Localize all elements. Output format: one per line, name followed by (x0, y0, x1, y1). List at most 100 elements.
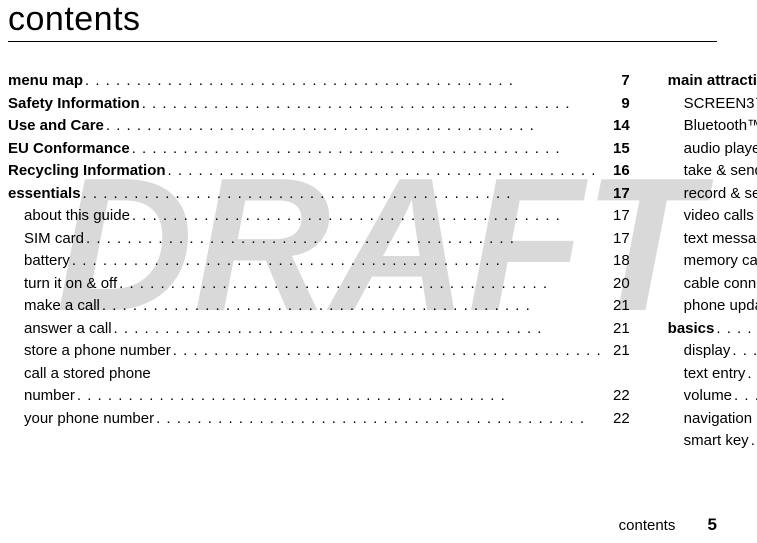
toc-dots: . . . . . . . . . . . . . . . . . . . . … (75, 385, 604, 408)
toc-label: main attractions (668, 70, 757, 93)
toc-section-entry: Use and Care. . . . . . . . . . . . . . … (8, 115, 630, 138)
toc-entry: your phone number. . . . . . . . . . . .… (8, 408, 630, 431)
toc-dots: . . . . . . . . . . . . . . . . . . . . … (154, 408, 604, 431)
toc-dots: . . . . . . . . . . . . . . . . . . . . … (112, 318, 604, 341)
toc-entry: display. . . . . . . . . . . . . . . . .… (668, 340, 757, 363)
toc-label: video calls (684, 205, 754, 228)
toc-section-entry: menu map. . . . . . . . . . . . . . . . … (8, 70, 630, 93)
toc-label: make a call (24, 295, 100, 318)
toc-label: take & send a photo (684, 160, 757, 183)
toc-page: 22 (604, 408, 630, 431)
toc-label: answer a call (24, 318, 112, 341)
toc-entry: memory card. . . . . . . . . . . . . . .… (668, 250, 757, 273)
toc-label: Recycling Information (8, 160, 166, 183)
toc-page: 21 (604, 318, 630, 341)
toc-entry: battery. . . . . . . . . . . . . . . . .… (8, 250, 630, 273)
toc-dots: . . . . . . . . . . . . . . . . . . . . … (70, 250, 604, 273)
toc-label: battery (24, 250, 70, 273)
toc-dots: . . . . . . . . . . . . . . . . . . . . … (745, 363, 757, 386)
toc-entry: take & send a photo. . . . . . . . . . .… (668, 160, 757, 183)
page-title: contents (8, 0, 717, 39)
toc-label: record & send a video (684, 183, 757, 206)
toc-label: Safety Information (8, 93, 140, 116)
toc-label: SIM card (24, 228, 84, 251)
toc-dots: . . . . . . . . . . . . . . . . . . . . … (130, 138, 604, 161)
toc-label: volume (684, 385, 732, 408)
toc-label: SCREEN3™ headlines (684, 93, 757, 116)
toc-page: 17 (604, 228, 630, 251)
footer-page-number: 5 (708, 515, 717, 534)
toc-label: text entry (684, 363, 746, 386)
toc-label: phone updates (684, 295, 757, 318)
toc-label: your phone number (24, 408, 154, 431)
toc-section-entry: basics. . . . . . . . . . . . . . . . . … (668, 318, 757, 341)
toc-entry: answer a call. . . . . . . . . . . . . .… (8, 318, 630, 341)
toc-label: smart key (684, 430, 749, 453)
toc-page: 14 (604, 115, 630, 138)
toc-label: menu map (8, 70, 83, 93)
toc-label: essentials (8, 183, 81, 206)
toc-page: 16 (604, 160, 630, 183)
toc-label: audio player (684, 138, 757, 161)
toc-label: EU Conformance (8, 138, 130, 161)
toc-entry: turn it on & off. . . . . . . . . . . . … (8, 273, 630, 296)
toc-page: 21 (604, 295, 630, 318)
toc-entry: audio player. . . . . . . . . . . . . . … (668, 138, 757, 161)
toc-dots: . . . . . . . . . . . . . . . . . . . . … (130, 205, 604, 228)
toc-page: 17 (604, 205, 630, 228)
toc-column: menu map. . . . . . . . . . . . . . . . … (8, 70, 630, 453)
toc-entry: video calls. . . . . . . . . . . . . . .… (668, 205, 757, 228)
toc-dots: . . . . . . . . . . . . . . . . . . . . … (730, 340, 757, 363)
toc-dots: . . . . . . . . . . . . . . . . . . . . … (732, 385, 757, 408)
toc-page: 21 (604, 340, 630, 363)
toc-entry: SIM card. . . . . . . . . . . . . . . . … (8, 228, 630, 251)
toc-entry: make a call. . . . . . . . . . . . . . .… (8, 295, 630, 318)
toc-entry: store a phone number. . . . . . . . . . … (8, 340, 630, 363)
toc-label: text messages (684, 228, 757, 251)
toc-label: about this guide (24, 205, 130, 228)
toc-dots: . . . . . . . . . . . . . . . . . . . . … (166, 160, 604, 183)
toc-section-entry: Safety Information. . . . . . . . . . . … (8, 93, 630, 116)
toc-label: number (24, 385, 75, 408)
toc-page: 9 (604, 93, 630, 116)
toc-column: main attractions . . . . . . . . . . . . … (668, 70, 757, 453)
page-body: contents menu map. . . . . . . . . . . .… (0, 0, 757, 453)
toc-dots: . . . . . . . . . . . . . . . . . . . . … (171, 340, 604, 363)
toc-dots: . . . . . . . . . . . . . . . . . . . . … (100, 295, 604, 318)
toc-label: navigation key (684, 408, 757, 431)
title-rule (8, 41, 717, 42)
toc-entry: navigation key. . . . . . . . . . . . . … (668, 408, 757, 431)
toc-entry: smart key. . . . . . . . . . . . . . . .… (668, 430, 757, 453)
toc-entry: text entry. . . . . . . . . . . . . . . … (668, 363, 757, 386)
toc-label: Bluetooth™ wireless (684, 115, 757, 138)
toc-page: 22 (604, 385, 630, 408)
toc-label: store a phone number (24, 340, 171, 363)
toc-entry: phone updates. . . . . . . . . . . . . .… (668, 295, 757, 318)
toc-dots: . . . . . . . . . . . . . . . . . . . . … (84, 228, 604, 251)
toc-dots: . . . . . . . . . . . . . . . . . . . . … (749, 430, 757, 453)
toc-label: turn it on & off (24, 273, 117, 296)
toc-dots: . . . . . . . . . . . . . . . . . . . . … (714, 318, 757, 341)
toc-section-entry: essentials. . . . . . . . . . . . . . . … (8, 183, 630, 206)
page-footer: contents 5 (619, 515, 717, 535)
toc-entry: Bluetooth™ wireless. . . . . . . . . . .… (668, 115, 757, 138)
toc-label: display (684, 340, 731, 363)
toc-dots: . . . . . . . . . . . . . . . . . . . . … (140, 93, 604, 116)
toc-page: 15 (604, 138, 630, 161)
toc-section-entry: Recycling Information. . . . . . . . . .… (8, 160, 630, 183)
toc-section-entry: main attractions. . . . . . . . . . . . … (668, 70, 757, 93)
toc-label: cable connections (684, 273, 757, 296)
toc-dots: . . . . . . . . . . . . . . . . . . . . … (81, 183, 604, 206)
toc-entry: volume. . . . . . . . . . . . . . . . . … (668, 385, 757, 408)
toc-entry: SCREEN3™ headlines. . . . . . . . . . . … (668, 93, 757, 116)
toc-entry: about this guide. . . . . . . . . . . . … (8, 205, 630, 228)
toc-dots: . . . . . . . . . . . . . . . . . . . . … (104, 115, 604, 138)
toc-page: 7 (604, 70, 630, 93)
toc-dots: . . . . . . . . . . . . . . . . . . . . … (83, 70, 604, 93)
toc-entry-line1: call a stored phone (8, 363, 630, 386)
toc-dots: . . . . . . . . . . . . . . . . . . . . … (117, 273, 604, 296)
toc-columns: menu map. . . . . . . . . . . . . . . . … (8, 70, 717, 453)
toc-label: basics (668, 318, 715, 341)
toc-page: 17 (604, 183, 630, 206)
toc-section-entry: EU Conformance. . . . . . . . . . . . . … (8, 138, 630, 161)
